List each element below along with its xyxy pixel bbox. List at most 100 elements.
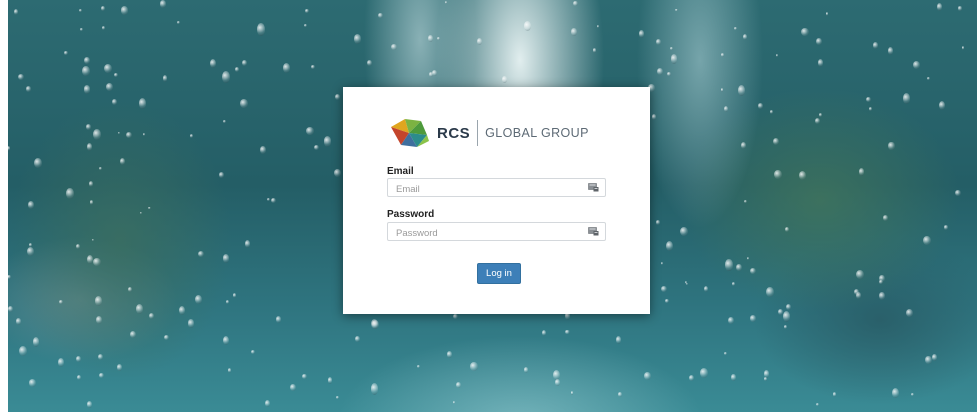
company-logo: RCS GLOBAL GROUP xyxy=(387,115,617,151)
raindrop xyxy=(724,351,727,355)
raindrop xyxy=(669,47,673,51)
raindrop xyxy=(939,100,946,111)
raindrop xyxy=(327,376,333,384)
raindrop xyxy=(661,286,667,293)
raindrop xyxy=(734,27,737,31)
raindrop xyxy=(98,167,102,171)
raindrop xyxy=(256,23,265,36)
raindrop xyxy=(616,335,622,345)
raindrop xyxy=(817,58,824,67)
raindrop xyxy=(955,189,962,197)
raindrop xyxy=(906,309,914,318)
raindrop xyxy=(66,188,74,200)
email-input[interactable] xyxy=(388,181,586,198)
autofill-card-icon[interactable] xyxy=(588,183,599,192)
raindrop xyxy=(660,261,663,265)
raindrop xyxy=(925,355,932,365)
raindrop xyxy=(289,384,296,392)
raindrop xyxy=(283,63,291,73)
password-input[interactable] xyxy=(388,225,586,242)
raindrop xyxy=(742,33,748,41)
raindrop xyxy=(688,375,695,382)
raindrop xyxy=(25,86,32,93)
raindrop xyxy=(757,103,763,109)
raindrop xyxy=(34,157,42,168)
raindrop xyxy=(271,197,277,203)
raindrop xyxy=(453,313,459,320)
raindrop xyxy=(85,123,92,130)
raindrop xyxy=(961,46,964,50)
raindrop xyxy=(470,362,478,371)
raindrop xyxy=(76,355,81,362)
raindrop xyxy=(597,25,600,28)
raindrop xyxy=(825,11,829,16)
raindrop xyxy=(353,34,361,44)
email-label: Email xyxy=(387,166,414,177)
raindrop xyxy=(8,306,14,313)
raindrop xyxy=(86,142,92,151)
raindrop xyxy=(732,281,736,287)
login-button[interactable]: Log in xyxy=(477,263,521,284)
raindrop xyxy=(892,387,899,398)
raindrop xyxy=(114,72,118,77)
raindrop xyxy=(644,372,651,381)
raindrop xyxy=(476,37,483,46)
login-card: RCS GLOBAL GROUP Email Password L xyxy=(343,87,650,314)
raindrop xyxy=(228,367,232,373)
raindrop xyxy=(943,224,949,230)
raindrop xyxy=(766,286,774,297)
raindrop xyxy=(32,337,40,348)
raindrop xyxy=(102,25,106,30)
raindrop xyxy=(223,119,226,123)
raindrop xyxy=(118,131,121,135)
raindrop xyxy=(77,375,82,381)
raindrop xyxy=(370,383,379,395)
raindrop xyxy=(832,392,837,398)
raindrop xyxy=(524,21,532,31)
raindrop xyxy=(785,227,789,233)
raindrop xyxy=(80,27,83,32)
raindrop xyxy=(142,133,146,136)
raindrop xyxy=(444,1,447,5)
raindrop xyxy=(127,287,132,293)
raindrop xyxy=(27,246,35,257)
autofill-card-icon[interactable] xyxy=(588,227,599,236)
raindrop xyxy=(731,374,736,382)
raindrop xyxy=(912,61,920,70)
raindrop xyxy=(197,251,204,258)
raindrop xyxy=(104,64,113,74)
raindrop xyxy=(334,93,340,100)
raindrop xyxy=(651,113,657,120)
raindrop xyxy=(120,6,129,15)
raindrop xyxy=(148,312,155,320)
raindrop xyxy=(188,319,195,328)
raindrop xyxy=(89,200,94,205)
raindrop xyxy=(455,381,461,389)
raindrop xyxy=(105,83,113,92)
raindrop xyxy=(542,330,547,336)
raindrop xyxy=(749,267,756,275)
raindrop xyxy=(64,50,68,56)
raindrop xyxy=(140,211,143,215)
raindrop xyxy=(856,269,865,279)
raindrop xyxy=(391,44,398,51)
raindrop xyxy=(523,366,529,373)
raindrop xyxy=(571,27,577,36)
raindrop xyxy=(311,64,315,69)
raindrop xyxy=(98,353,104,360)
raindrop xyxy=(267,197,271,201)
raindrop xyxy=(699,367,708,378)
raindrop xyxy=(656,38,662,45)
raindrop xyxy=(573,1,578,7)
raindrop xyxy=(592,48,597,53)
raindrop xyxy=(139,98,147,110)
raindrop xyxy=(666,71,671,76)
login-screen: RCS GLOBAL GROUP Email Password L xyxy=(0,0,977,412)
raindrop xyxy=(927,76,930,81)
raindrop xyxy=(743,199,748,204)
raindrop xyxy=(818,113,823,118)
raindrop xyxy=(785,303,792,311)
raindrop xyxy=(873,42,878,49)
raindrop xyxy=(888,141,895,151)
raindrop xyxy=(452,401,456,404)
